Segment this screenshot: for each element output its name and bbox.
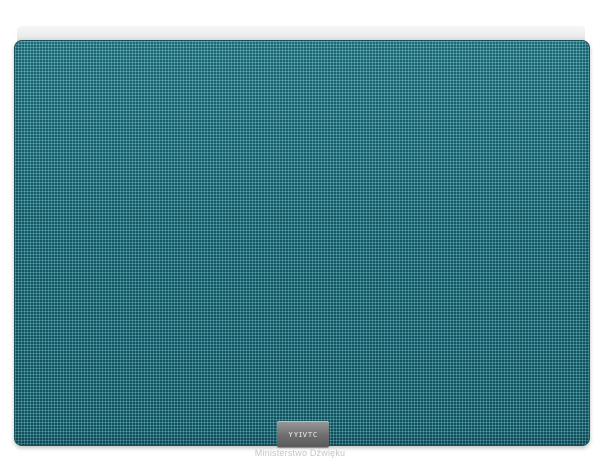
brand-badge: ʏʏɪᴠᴛᴄ	[277, 421, 329, 447]
watermark: Ministerstwo Dźwięku	[254, 448, 346, 458]
brand-badge-text: ʏʏɪᴠᴛᴄ	[288, 429, 318, 439]
speaker-photo: ʏʏɪᴠᴛᴄ	[14, 26, 590, 447]
speaker-grille: ʏʏɪᴠᴛᴄ	[14, 40, 590, 447]
